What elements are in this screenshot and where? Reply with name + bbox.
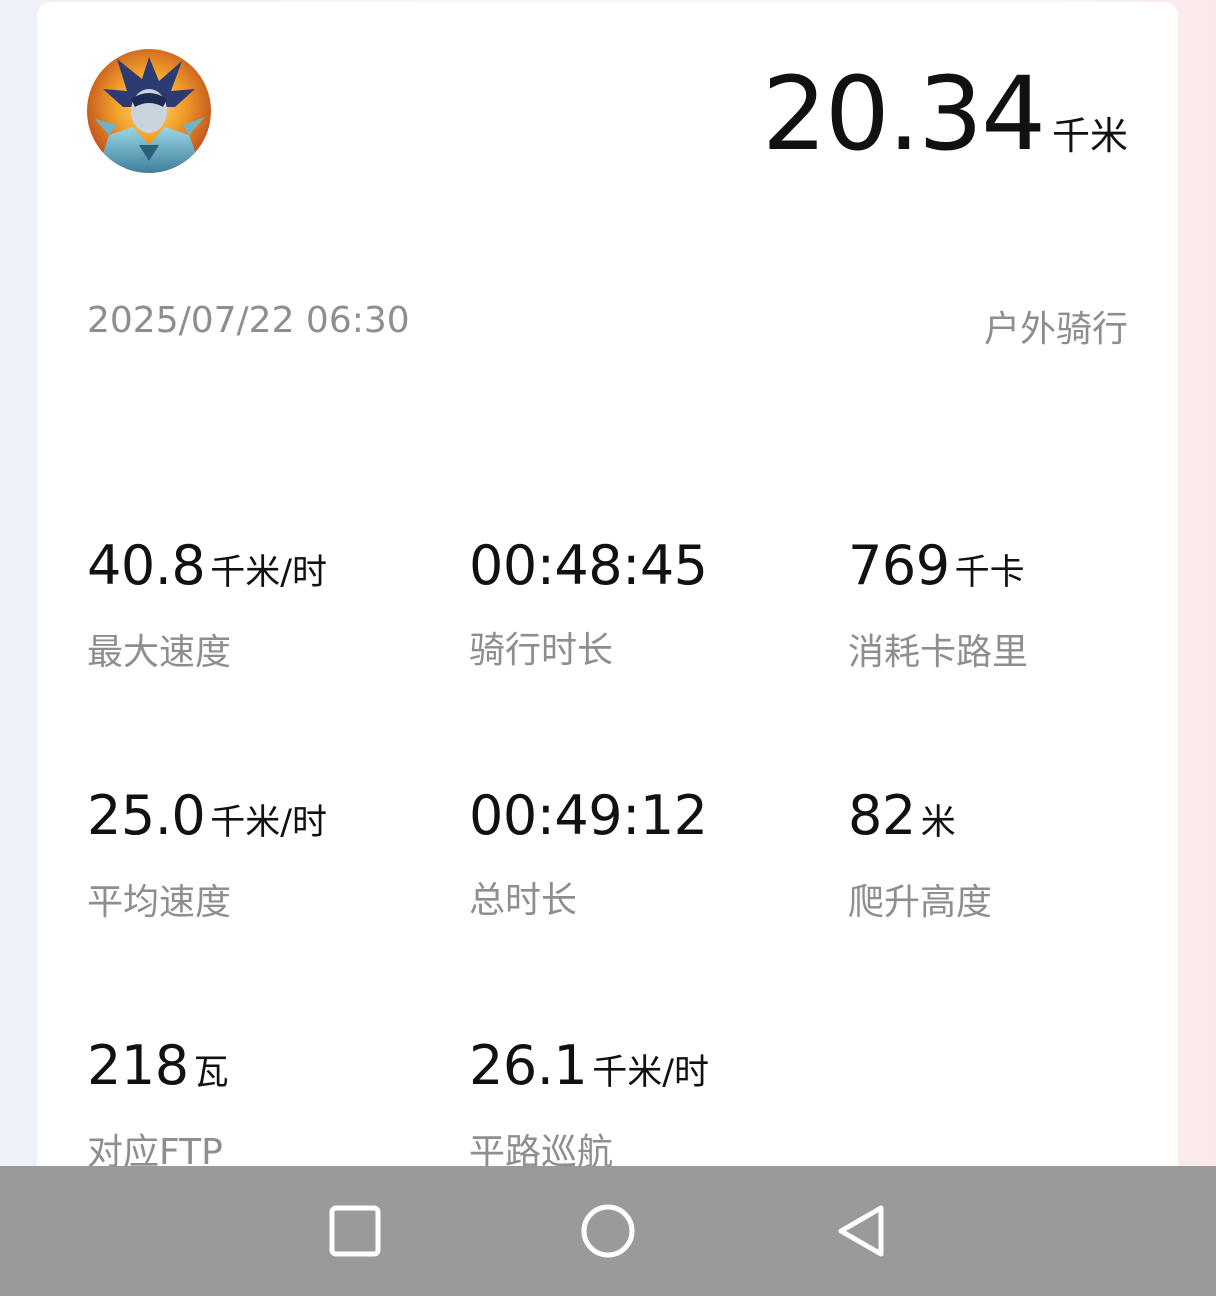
circle-home-icon <box>581 1204 635 1258</box>
ride-datetime: 2025/07/22 06:30 <box>87 300 410 341</box>
stat-label: 骑行时长 <box>469 630 614 671</box>
recent-apps-button[interactable] <box>323 1200 387 1264</box>
stat-unit: 米 <box>920 803 956 843</box>
stat-elevation-gain: 82 米 爬升高度 <box>848 789 992 925</box>
ride-summary-card: 20.34 千米 2025/07/22 06:30 户外骑行 40.8 千米/时… <box>37 2 1178 1202</box>
distance-unit: 千米 <box>1051 114 1128 158</box>
back-button[interactable] <box>829 1200 893 1264</box>
stat-value: 218 <box>87 1034 189 1097</box>
stat-value: 25.0 <box>87 784 206 847</box>
stat-calories: 769 千卡 消耗卡路里 <box>848 539 1028 675</box>
stat-flat-cruise: 26.1 千米/时 平路巡航 <box>469 1039 709 1175</box>
stat-label: 平均速度 <box>87 882 232 923</box>
user-avatar[interactable] <box>87 49 211 173</box>
distance-value: 20.34 <box>761 55 1046 174</box>
stat-value: 769 <box>848 534 950 597</box>
stat-ride-duration: 00:48:45 骑行时长 <box>469 539 708 673</box>
system-navigation-bar <box>0 1166 1216 1296</box>
avatar-image <box>87 49 211 173</box>
stat-label: 爬升高度 <box>848 882 993 923</box>
stat-avg-speed: 25.0 千米/时 平均速度 <box>87 789 327 925</box>
stat-unit: 千卡 <box>954 553 1025 593</box>
stat-value: 00:49:12 <box>469 784 708 847</box>
stat-label: 消耗卡路里 <box>848 632 1029 673</box>
stat-unit: 千米/时 <box>210 553 328 593</box>
stat-ftp: 218 瓦 对应FTP <box>87 1039 229 1175</box>
triangle-back-icon <box>838 1205 884 1257</box>
stat-unit: 瓦 <box>193 1053 229 1093</box>
stat-value: 26.1 <box>469 1034 588 1097</box>
stat-value: 82 <box>848 784 916 847</box>
stat-unit: 千米/时 <box>210 803 328 843</box>
stat-total-duration: 00:49:12 总时长 <box>469 789 708 923</box>
stat-unit: 千米/时 <box>592 1053 710 1093</box>
stat-max-speed: 40.8 千米/时 最大速度 <box>87 539 327 675</box>
stat-value: 00:48:45 <box>469 534 708 597</box>
square-recent-apps-icon <box>329 1205 381 1257</box>
stat-value: 40.8 <box>87 534 206 597</box>
stat-label: 总时长 <box>469 880 578 921</box>
stat-label: 最大速度 <box>87 632 232 673</box>
home-button[interactable] <box>576 1200 640 1264</box>
activity-type: 户外骑行 <box>983 309 1128 350</box>
total-distance: 20.34 千米 <box>762 64 1128 166</box>
